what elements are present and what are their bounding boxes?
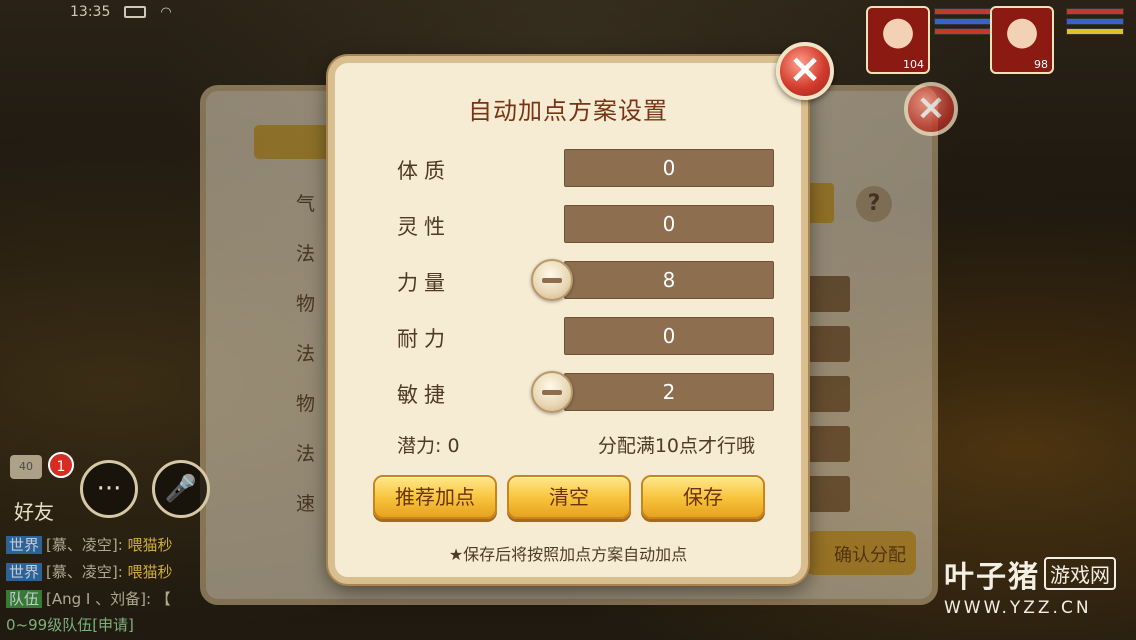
- bg-value-field: [806, 376, 850, 412]
- close-glyph: ×: [788, 46, 822, 92]
- status-time: 13:35: [70, 4, 111, 20]
- party-bars-2: [1066, 8, 1124, 38]
- attribute-row-agility: 敏捷 2: [397, 371, 774, 413]
- bg-value-field: [806, 326, 850, 362]
- chat-text: [慕、凌空]:: [46, 563, 128, 581]
- party-portrait-2[interactable]: 98: [990, 6, 1054, 74]
- party-level-2: 98: [1034, 58, 1048, 71]
- chat-line: 队伍 [Ang I 、刘备]: 【: [6, 588, 171, 609]
- site-watermark: 叶子猪 游戏网 WWW.YZZ.CN: [944, 552, 1116, 618]
- notification-badge: 1: [48, 452, 74, 478]
- attribute-row-spirit: 灵性 0: [397, 205, 774, 245]
- chat-channel-tag: 世界: [6, 536, 43, 554]
- chat-line: 世界 [慕、凌空]: 喂猫秒: [6, 534, 173, 555]
- party-portrait-1[interactable]: 104: [866, 6, 930, 74]
- watermark-box: 游戏网: [1044, 557, 1116, 590]
- auto-point-dialog: 自动加点方案设置 体质 0 灵性 0 力量 8 耐力 0 敏捷 2 潜力: 0 …: [328, 56, 808, 584]
- help-icon[interactable]: ?: [856, 186, 892, 222]
- chat-text: [慕、凌空]:: [46, 536, 128, 554]
- wifi-icon: ◠: [160, 4, 172, 20]
- chat-line: 世界 [慕、凌空]: 喂猫秒: [6, 561, 173, 582]
- chat-highlight: 喂猫秒: [127, 563, 173, 581]
- confirm-allocate-button[interactable]: 确认分配: [806, 531, 916, 575]
- attribute-value-field[interactable]: 0: [564, 317, 774, 355]
- watermark-name: 叶子猪: [944, 560, 1040, 595]
- attribute-value-field[interactable]: 2: [564, 373, 774, 411]
- clear-button[interactable]: 清空: [507, 475, 631, 519]
- microphone-icon[interactable]: 🎤: [152, 460, 210, 518]
- chat-channel-tag: 世界: [6, 563, 43, 581]
- watermark-url: WWW.YZZ.CN: [944, 598, 1092, 618]
- save-button[interactable]: 保存: [641, 475, 765, 519]
- chat-text: [Ang I 、刘备]: 【: [46, 590, 171, 608]
- chat-channel-tag: 队伍: [6, 590, 43, 608]
- attribute-label: 耐力: [397, 327, 451, 351]
- friends-label[interactable]: 好友: [14, 496, 54, 525]
- level-badge: 40: [10, 455, 42, 479]
- bg-value-field: [806, 426, 850, 462]
- minus-icon[interactable]: [531, 259, 573, 301]
- bg-value-field: [806, 476, 850, 512]
- attribute-label: 敏捷: [397, 383, 451, 407]
- bg-yellow-button[interactable]: [806, 183, 834, 223]
- attribute-value-field[interactable]: 8: [564, 261, 774, 299]
- minus-icon[interactable]: [531, 371, 573, 413]
- attribute-value-field[interactable]: 0: [564, 149, 774, 187]
- status-bar: 13:35 ◠: [70, 4, 172, 20]
- save-note: ★保存后将按照加点方案自动加点: [448, 545, 688, 564]
- allocation-hint: 分配满10点才行哦: [597, 435, 755, 457]
- attribute-label: 灵性: [397, 215, 451, 239]
- recommend-points-button[interactable]: 推荐加点: [373, 475, 497, 519]
- attribute-label: 体质: [397, 159, 451, 183]
- attribute-label: 力量: [397, 271, 451, 295]
- bg-value-field: [806, 276, 850, 312]
- potential-points: 潜力: 0: [397, 435, 460, 457]
- attribute-value-field[interactable]: 0: [564, 205, 774, 243]
- attribute-row-endurance: 耐力 0: [397, 317, 774, 357]
- battery-icon: [124, 6, 147, 18]
- party-level-1: 104: [903, 58, 924, 71]
- dialog-title: 自动加点方案设置: [468, 97, 668, 125]
- attribute-row-constitution: 体质 0: [397, 149, 774, 189]
- background-close-icon[interactable]: ×: [904, 82, 958, 136]
- chat-highlight: 喂猫秒: [127, 536, 173, 554]
- chat-bubble-icon[interactable]: ···: [80, 460, 138, 518]
- close-icon[interactable]: ×: [776, 42, 834, 100]
- chat-team-recruit[interactable]: 0~99级队伍[申请]: [6, 614, 134, 635]
- background-tab[interactable]: [254, 125, 334, 159]
- attribute-row-strength: 力量 8: [397, 259, 774, 301]
- party-bars-1: [934, 8, 992, 38]
